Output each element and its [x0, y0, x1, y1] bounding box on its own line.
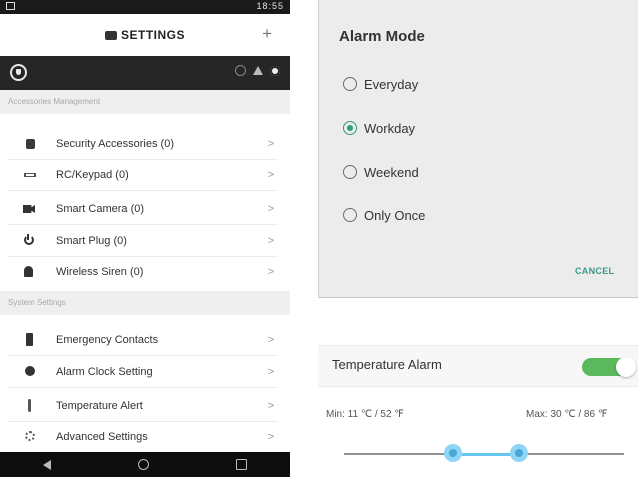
temperature-alarm-toggle[interactable]: [582, 357, 636, 377]
status-bar: 18:55: [0, 0, 290, 14]
chevron-right-icon: >: [267, 366, 275, 378]
gear-icon[interactable]: [270, 65, 280, 76]
list-item-alarm-clock-setting[interactable]: Alarm Clock Setting >: [8, 357, 278, 388]
temperature-alarm-row: Temperature Alarm: [318, 345, 638, 387]
siren-icon: [22, 265, 42, 279]
dialog-title: Alarm Mode: [339, 28, 425, 45]
home-nav-icon[interactable]: [137, 459, 149, 470]
chevron-right-icon: >: [267, 400, 275, 412]
list-item-advanced-settings[interactable]: Advanced Settings >: [8, 422, 278, 452]
list-item-security-accessories[interactable]: Security Accessories (0) >: [8, 129, 278, 160]
camera-icon: [22, 202, 42, 216]
thermometer-icon: [22, 399, 42, 413]
add-button[interactable]: +: [262, 24, 272, 44]
remote-icon: [22, 168, 42, 182]
page-title: SETTINGS: [120, 28, 185, 42]
list-item-smart-plug[interactable]: Smart Plug (0) >: [8, 226, 278, 257]
radio-button-selected[interactable]: [343, 121, 357, 135]
recent-apps-icon[interactable]: [235, 459, 247, 470]
list-item-rc-keypad[interactable]: RC/Keypad (0) >: [8, 160, 278, 191]
max-temperature-label: Max: 30 ℃ / 86 ℉: [526, 409, 608, 420]
list-item-emergency-contacts[interactable]: Emergency Contacts >: [8, 325, 278, 356]
chevron-right-icon: >: [267, 431, 275, 443]
chevron-right-icon: >: [267, 203, 275, 215]
power-icon: [22, 234, 42, 248]
chevron-right-icon: >: [267, 235, 275, 247]
alarm-mode-dialog: Alarm Mode Everyday Workday Weekend Only…: [318, 0, 638, 298]
settings-icon: [22, 430, 42, 444]
temperature-alarm-panel: Temperature Alarm Min: 11 ℃ / 52 ℉ Max: …: [318, 298, 638, 477]
list-item-wireless-siren[interactable]: Wireless Siren (0) >: [8, 257, 278, 287]
clock-icon: [22, 365, 42, 379]
min-temperature-label: Min: 11 ℃ / 52 ℉: [326, 409, 404, 420]
max-slider-thumb[interactable]: [510, 444, 528, 462]
contact-icon: [22, 333, 42, 347]
home-icon[interactable]: [253, 66, 263, 75]
option-weekend[interactable]: Weekend: [343, 162, 419, 182]
temperature-alarm-label: Temperature Alarm: [332, 357, 442, 372]
shield-icon: [22, 137, 42, 151]
notification-icon: [6, 2, 15, 10]
navigation-bar: [0, 452, 290, 477]
title-bar: SETTINGS +: [0, 14, 290, 56]
radio-button[interactable]: [343, 165, 357, 179]
min-slider-thumb[interactable]: [444, 444, 462, 462]
info-icon[interactable]: [235, 65, 246, 76]
list-item-temperature-alert[interactable]: Temperature Alert >: [8, 391, 278, 422]
chevron-right-icon: >: [267, 169, 275, 181]
option-only-once[interactable]: Only Once: [343, 205, 425, 225]
chevron-right-icon: >: [267, 266, 275, 278]
option-workday[interactable]: Workday: [343, 118, 415, 138]
chevron-right-icon: >: [267, 138, 275, 150]
shield-icon[interactable]: [10, 64, 27, 81]
status-time: 18:55: [256, 1, 284, 11]
radio-button[interactable]: [343, 208, 357, 222]
section-header-accessories: Accessories Management: [0, 90, 290, 114]
radio-button[interactable]: [343, 77, 357, 91]
chevron-right-icon: >: [267, 334, 275, 346]
back-icon[interactable]: [43, 459, 52, 470]
settings-screen: 18:55 SETTINGS + Accessories Management …: [0, 0, 290, 477]
settings-title-icon: [104, 30, 117, 40]
option-everyday[interactable]: Everyday: [343, 74, 418, 94]
toolbar: [0, 56, 290, 90]
section-header-system: System Settings: [0, 291, 290, 315]
cancel-button[interactable]: CANCEL: [575, 266, 614, 276]
list-item-smart-camera[interactable]: Smart Camera (0) >: [8, 194, 278, 225]
